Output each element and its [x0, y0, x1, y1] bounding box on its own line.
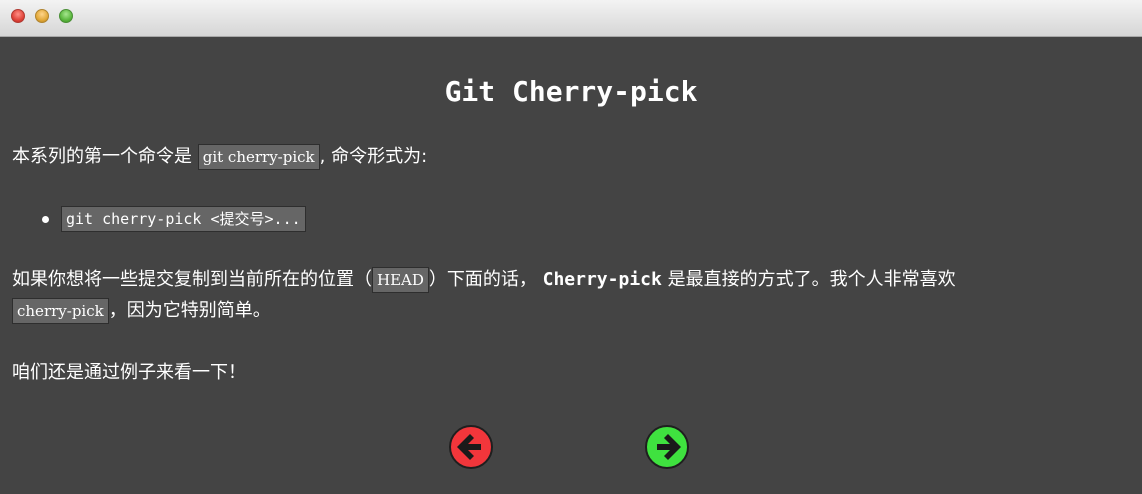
next-button[interactable]	[645, 425, 689, 469]
cherry-pick-inline-code: cherry-pick	[12, 298, 109, 324]
explanation-paragraph-line-1: 如果你想将一些提交复制到当前所在的位置（ HEAD ）下面的话， Cherry-pi…	[12, 264, 956, 295]
intro-paragraph: 本系列的第一个命令是 git cherry-pick, 命令形式为:	[12, 141, 427, 172]
list-item: git cherry-pick <提交号>...	[42, 203, 306, 234]
app-window: Git Cherry-pick 本系列的第一个命令是 git cherry-pi…	[0, 0, 1142, 494]
command-syntax-code: git cherry-pick <提交号>...	[61, 206, 306, 232]
page-title: Git Cherry-pick	[444, 75, 698, 108]
previous-button[interactable]	[449, 425, 493, 469]
explanation-text-after: 是最直接的方式了。我个人非常喜欢	[661, 269, 956, 290]
example-paragraph: 咱们还是通过例子来看一下！	[12, 362, 246, 383]
window-minimize-button[interactable]	[35, 9, 49, 23]
explanation-paragraph-line-2: cherry-pick ，因为它特别简单。	[12, 295, 271, 326]
window-close-button[interactable]	[11, 9, 25, 23]
bullet-dot-icon	[42, 215, 49, 223]
cherry-pick-strong: Cherry-pick	[542, 269, 662, 290]
arrow-left-icon	[457, 434, 481, 460]
head-inline-code: HEAD	[372, 267, 429, 293]
intro-text-before: 本系列的第一个命令是	[12, 146, 198, 167]
explanation-text-mid: ）下面的话，	[428, 269, 543, 290]
dialog-content: Git Cherry-pick 本系列的第一个命令是 git cherry-pi…	[0, 37, 1142, 494]
explanation-text-before: 如果你想将一些提交复制到当前所在的位置（	[12, 269, 372, 290]
intro-inline-code: git cherry-pick	[197, 144, 320, 170]
window-zoom-button[interactable]	[59, 9, 73, 23]
arrow-right-icon	[657, 434, 681, 460]
title-bar	[0, 0, 1142, 37]
explanation-text-end: ，因为它特别简单。	[108, 300, 271, 321]
intro-text-after: , 命令形式为:	[319, 146, 428, 167]
